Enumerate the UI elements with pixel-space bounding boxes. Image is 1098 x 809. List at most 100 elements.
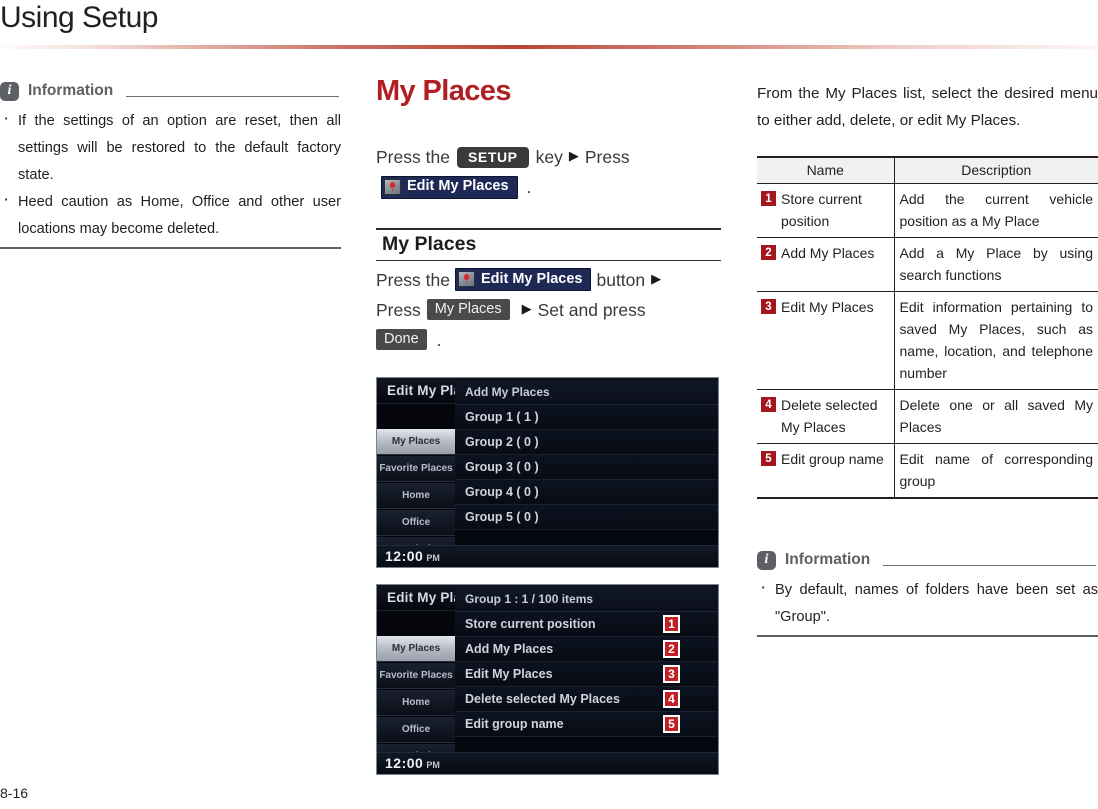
table-row: 4 Delete selected My Places Delete one o…: [757, 389, 1098, 444]
information-header-rule: [126, 95, 339, 97]
section-title: My Places: [376, 75, 511, 107]
table-cell-name-label: Delete selected My Places: [781, 397, 878, 435]
list-item[interactable]: Delete selected My Places 4: [455, 686, 718, 712]
information-list-left: If the settings of an option are reset, …: [0, 105, 341, 243]
table-cell-description: Delete one or all saved My Places: [894, 389, 1098, 444]
information-label: Information: [785, 551, 871, 568]
device-clock: 12:00 PM: [377, 751, 718, 774]
sub-period: .: [436, 329, 442, 350]
my-places-menu-table: Name Description 1 Store current positio…: [757, 156, 1098, 499]
intro-press: Press: [584, 147, 630, 167]
information-header-left: i Information: [0, 80, 341, 102]
table-cell-name-label: Store current position: [781, 191, 862, 229]
intro-key-word: key: [535, 147, 563, 167]
table-header-row: Name Description: [757, 156, 1098, 184]
device-sidebar: My Places Favorite Places Home Office Sp…: [377, 404, 455, 563]
list-item[interactable]: Group 4 ( 0 ): [455, 479, 718, 505]
sidebar-item-favorite-places[interactable]: Favorite Places: [377, 455, 455, 482]
edit-my-places-badge[interactable]: Edit My Places: [381, 175, 518, 199]
information-block-right: i Information By default, names of folde…: [757, 549, 1098, 637]
device-row-list: Group 1 ( 1 ) Group 2 ( 0 ) Group 3 ( 0 …: [455, 404, 718, 530]
device-row-list: Store current position 1 Add My Places 2…: [455, 611, 718, 737]
table-cell-name: 4 Delete selected My Places: [757, 389, 895, 444]
device-clock: 12:00 PM: [377, 544, 718, 567]
sidebar-item-favorite-places[interactable]: Favorite Places: [377, 662, 455, 689]
my-places-badge[interactable]: My Places: [426, 298, 510, 321]
setup-key-badge[interactable]: SETUP: [456, 146, 529, 168]
list-item-label: Add My Places: [465, 641, 554, 656]
table-cell-description: Add a My Place by using search functions: [894, 237, 1098, 292]
callout-badge: 1: [663, 614, 680, 633]
edit-my-places-badge-2[interactable]: Edit My Places: [454, 268, 592, 291]
information-icon: i: [757, 550, 776, 570]
clock-time: 12:00: [385, 755, 424, 771]
information-list-right: By default, names of folders have been s…: [757, 574, 1098, 631]
sidebar-item-home[interactable]: Home: [377, 689, 455, 716]
arrow-right-icon: ▶: [568, 148, 579, 163]
device-main: Add My Places Group 1 ( 1 ) Group 2 ( 0 …: [455, 380, 718, 545]
table-cell-name-label: Edit group name: [781, 451, 884, 467]
list-item[interactable]: Edit My Places 3: [455, 661, 718, 687]
manual-page: Using Setup i Information If the setting…: [0, 0, 1098, 809]
lead-paragraph: From the My Places list, select the desi…: [757, 85, 1098, 129]
map-pin-icon: [384, 178, 401, 195]
list-item-label: Edit group name: [465, 716, 564, 731]
sub-button-word: button: [596, 269, 646, 290]
right-column: From the My Places list, select the desi…: [757, 80, 1098, 637]
map-pin-icon: [457, 271, 475, 287]
list-item[interactable]: Group 5 ( 0 ): [455, 504, 718, 530]
callout-badge: 1: [761, 191, 776, 206]
edit-my-places-badge-label-2: Edit My Places: [480, 270, 583, 287]
page-number: 8-16: [0, 785, 29, 801]
clock-meridiem: PM: [426, 553, 440, 563]
table-cell-description: Edit name of corresponding group: [894, 443, 1098, 499]
table-cell-name: 1 Store current position: [757, 183, 895, 238]
device-sidebar: My Places Favorite Places Home Office Sp…: [377, 611, 455, 770]
information-icon: i: [0, 81, 19, 101]
list-item[interactable]: Edit group name 5: [455, 711, 718, 737]
middle-column: My Places Press the SETUP key ▶ Press Ed…: [376, 75, 721, 775]
device-body: My Places Favorite Places Home Office Sp…: [377, 587, 718, 770]
information-header-rule: [883, 564, 1096, 566]
information-bottom-rule: [0, 247, 341, 249]
intro-press-the: Press the: [376, 147, 450, 167]
information-bottom-rule: [757, 635, 1098, 637]
list-item[interactable]: Group 1 ( 1 ): [455, 404, 718, 430]
list-item: Heed caution as Home, Office and other u…: [0, 186, 341, 243]
header-divider: [0, 45, 1098, 49]
information-label: Information: [28, 82, 114, 99]
callout-badge: 2: [761, 245, 776, 260]
callout-badge: 4: [663, 689, 680, 708]
sidebar-item-my-places[interactable]: My Places: [377, 428, 455, 455]
sidebar-item-office[interactable]: Office: [377, 716, 455, 743]
sidebar-item-my-places[interactable]: My Places: [377, 635, 455, 662]
table-cell-name: 3 Edit My Places: [757, 291, 895, 390]
table-cell-name-label: Edit My Places: [781, 299, 874, 315]
column-header-description: Description: [894, 156, 1098, 184]
done-badge[interactable]: Done: [376, 328, 427, 351]
list-item[interactable]: Group 2 ( 0 ): [455, 429, 718, 455]
callout-badge: 3: [761, 299, 776, 314]
list-item[interactable]: Group 3 ( 0 ): [455, 454, 718, 480]
callout-badge: 5: [761, 451, 776, 466]
device-subheader[interactable]: Group 1 : 1 / 100 items: [455, 587, 718, 612]
list-item: If the settings of an option are reset, …: [0, 105, 341, 189]
table-row: 1 Store current position Add the current…: [757, 183, 1098, 238]
clock-time: 12:00: [385, 548, 424, 564]
list-item[interactable]: Store current position 1: [455, 611, 718, 637]
list-item-label: Delete selected My Places: [465, 691, 620, 706]
sidebar-item-home[interactable]: Home: [377, 482, 455, 509]
callout-badge: 4: [761, 397, 776, 412]
sidebar-item-office[interactable]: Office: [377, 509, 455, 536]
list-item-label: Store current position: [465, 616, 596, 631]
table-row: 5 Edit group name Edit name of correspon…: [757, 443, 1098, 499]
page-title: Using Setup: [0, 1, 158, 34]
arrow-right-icon: ▶: [521, 300, 532, 316]
callout-badge: 3: [663, 664, 680, 683]
table-cell-name: 5 Edit group name: [757, 443, 895, 499]
intro-paragraph: Press the SETUP key ▶ Press Edit My Plac…: [376, 142, 721, 202]
device-screenshot-1: Edit My Places My Places Favorite Places…: [376, 376, 719, 568]
sub-press: Press: [376, 299, 421, 320]
list-item[interactable]: Add My Places 2: [455, 636, 718, 662]
device-subheader[interactable]: Add My Places: [455, 380, 718, 405]
